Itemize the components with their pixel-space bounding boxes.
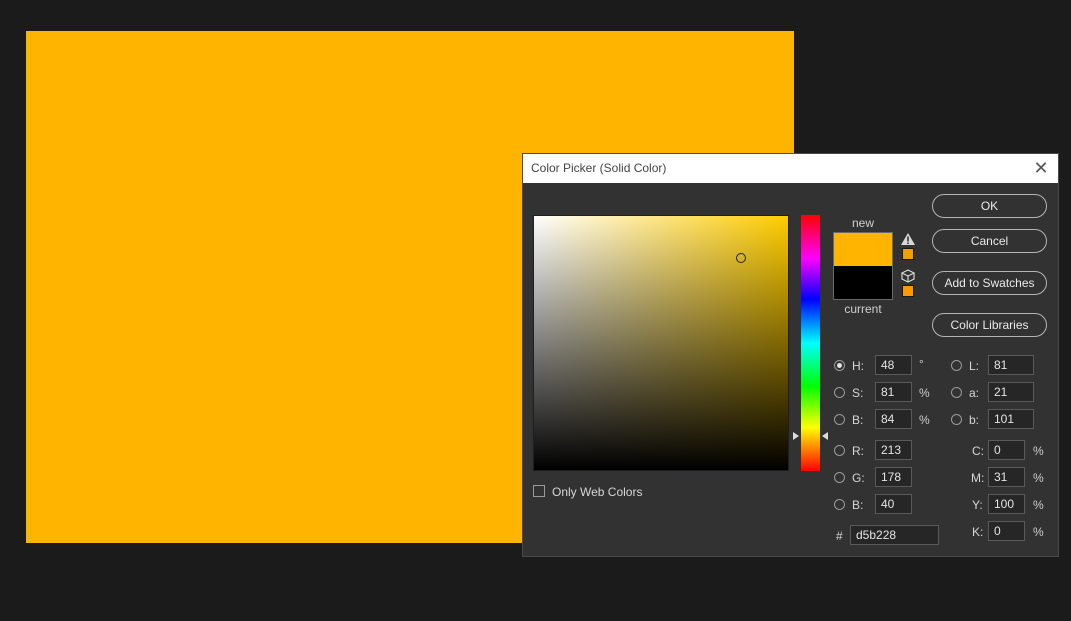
yellow-unit: % — [1033, 498, 1044, 512]
web-safe-cube-icon[interactable] — [901, 269, 915, 283]
color-field-picker-circle[interactable] — [736, 253, 746, 263]
color-picker-dialog: Color Picker (Solid Color) ✕ new current… — [522, 153, 1059, 557]
gamut-warning-swatch[interactable] — [902, 248, 914, 260]
blue-radio[interactable] — [834, 499, 845, 510]
lightness-radio[interactable] — [951, 360, 962, 371]
red-label: R: — [852, 444, 864, 458]
current-swatch-label: current — [844, 302, 882, 316]
hue-radio[interactable] — [834, 360, 845, 371]
green-input[interactable]: 178 — [875, 467, 912, 487]
hue-slider-right-arrow-icon[interactable] — [822, 432, 828, 440]
current-color-swatch[interactable] — [833, 266, 893, 300]
lab-b-radio[interactable] — [951, 414, 962, 425]
web-safe-swatch[interactable] — [902, 285, 914, 297]
only-web-colors-label: Only Web Colors — [552, 485, 643, 499]
magenta-label: M: — [971, 471, 985, 485]
lightness-label: L: — [969, 359, 980, 373]
lightness-input[interactable]: 81 — [988, 355, 1034, 375]
saturation-input[interactable]: 81 — [875, 382, 912, 402]
lab-a-label: a: — [969, 386, 980, 400]
hue-slider[interactable] — [801, 215, 820, 471]
dialog-title: Color Picker (Solid Color) — [531, 161, 667, 175]
red-radio[interactable] — [834, 445, 845, 456]
brightness-radio[interactable] — [834, 414, 845, 425]
yellow-input[interactable]: 100 — [988, 494, 1025, 514]
gamut-warning-icon[interactable] — [901, 233, 915, 245]
yellow-label: Y: — [972, 498, 983, 512]
blue-input[interactable]: 40 — [875, 494, 912, 514]
new-swatch-label: new — [851, 216, 874, 230]
only-web-colors-checkbox[interactable] — [533, 485, 545, 497]
saturation-radio[interactable] — [834, 387, 845, 398]
lab-a-input[interactable]: 21 — [988, 382, 1034, 402]
lab-b-label: b: — [969, 413, 980, 427]
magenta-input[interactable]: 31 — [988, 467, 1025, 487]
black-label: K: — [972, 525, 984, 539]
red-input[interactable]: 213 — [875, 440, 912, 460]
black-input[interactable]: 0 — [988, 521, 1025, 541]
brightness-label: B: — [852, 413, 864, 427]
brightness-input[interactable]: 84 — [875, 409, 912, 429]
brightness-unit: % — [919, 413, 930, 427]
add-to-swatches-button[interactable]: Add to Swatches — [932, 271, 1047, 295]
hue-label: H: — [852, 359, 864, 373]
cyan-input[interactable]: 0 — [988, 440, 1025, 460]
blue-label: B: — [852, 498, 864, 512]
lab-a-radio[interactable] — [951, 387, 962, 398]
cancel-button[interactable]: Cancel — [932, 229, 1047, 253]
hex-label: # — [836, 529, 843, 543]
saturation-label: S: — [852, 386, 864, 400]
hue-unit: ° — [919, 357, 924, 371]
saturation-unit: % — [919, 386, 930, 400]
cyan-label: C: — [972, 444, 984, 458]
hue-input[interactable]: 48 — [875, 355, 912, 375]
ok-button[interactable]: OK — [932, 194, 1047, 218]
cyan-unit: % — [1033, 444, 1044, 458]
hue-slider-left-arrow-icon[interactable] — [793, 432, 799, 440]
close-icon[interactable]: ✕ — [1030, 156, 1052, 180]
green-label: G: — [852, 471, 865, 485]
magenta-unit: % — [1033, 471, 1044, 485]
green-radio[interactable] — [834, 472, 845, 483]
color-field[interactable] — [533, 215, 789, 471]
lab-b-input[interactable]: 101 — [988, 409, 1034, 429]
black-unit: % — [1033, 525, 1044, 539]
color-libraries-button[interactable]: Color Libraries — [932, 313, 1047, 337]
new-color-swatch — [833, 232, 893, 266]
dialog-titlebar[interactable]: Color Picker (Solid Color) ✕ — [523, 154, 1058, 183]
hex-input[interactable]: d5b228 — [850, 525, 939, 545]
